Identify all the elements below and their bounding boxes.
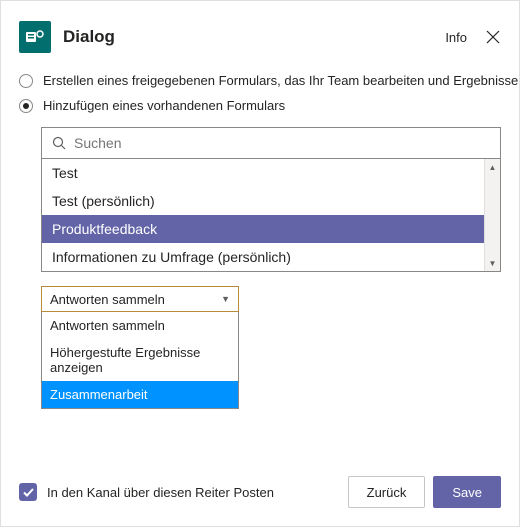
search-input[interactable] — [74, 135, 490, 151]
dialog-header: Dialog Info — [19, 21, 501, 53]
select-value: Antworten sammeln — [50, 292, 165, 307]
select-option[interactable]: Antworten sammeln — [42, 312, 238, 339]
select-dropdown: Antworten sammeln Höhergestufte Ergebnis… — [41, 312, 239, 409]
list-item[interactable]: Test — [42, 159, 500, 187]
select-trigger[interactable]: Antworten sammeln ▼ — [41, 286, 239, 312]
search-box[interactable] — [41, 127, 501, 159]
radio-icon — [19, 99, 33, 113]
chevron-down-icon: ▼ — [221, 294, 230, 304]
list-item[interactable]: Test (persönlich) — [42, 187, 500, 215]
radio-icon — [19, 74, 33, 88]
dialog-title: Dialog — [63, 27, 445, 47]
scroll-up-icon[interactable]: ▲ — [485, 159, 500, 175]
post-checkbox-label: In den Kanal über diesen Reiter Posten — [47, 485, 340, 500]
radio-add-existing[interactable]: Hinzufügen eines vorhandenen Formulars — [19, 98, 501, 113]
forms-app-icon — [19, 21, 51, 53]
search-icon — [52, 136, 66, 150]
action-select: Antworten sammeln ▼ Antworten sammeln Hö… — [41, 286, 239, 409]
radio-create-form[interactable]: Erstellen eines freigegebenen Formulars,… — [19, 73, 501, 88]
back-button[interactable]: Zurück — [348, 476, 426, 508]
select-option[interactable]: Höhergestufte Ergebnisse anzeigen — [42, 339, 238, 381]
post-checkbox[interactable] — [19, 483, 37, 501]
close-button[interactable] — [485, 29, 501, 45]
radio-add-label: Hinzufügen eines vorhandenen Formulars — [43, 98, 285, 113]
select-option[interactable]: Zusammenarbeit — [42, 381, 238, 408]
form-list: Test Test (persönlich) Produktfeedback I… — [41, 159, 501, 272]
info-link[interactable]: Info — [445, 30, 467, 45]
list-item[interactable]: Informationen zu Umfrage (persönlich) — [42, 243, 500, 271]
close-icon — [486, 30, 500, 44]
check-icon — [23, 488, 34, 497]
scroll-down-icon[interactable]: ▼ — [485, 255, 500, 271]
list-item[interactable]: Produktfeedback — [42, 215, 500, 243]
radio-create-label: Erstellen eines freigegebenen Formulars,… — [43, 73, 520, 88]
save-button[interactable]: Save — [433, 476, 501, 508]
form-area: Test Test (persönlich) Produktfeedback I… — [41, 127, 501, 409]
dialog-container: Dialog Info Erstellen eines freigegebene… — [0, 0, 520, 527]
scrollbar[interactable]: ▲ ▼ — [484, 159, 500, 271]
dialog-footer: In den Kanal über diesen Reiter Posten Z… — [19, 464, 501, 508]
